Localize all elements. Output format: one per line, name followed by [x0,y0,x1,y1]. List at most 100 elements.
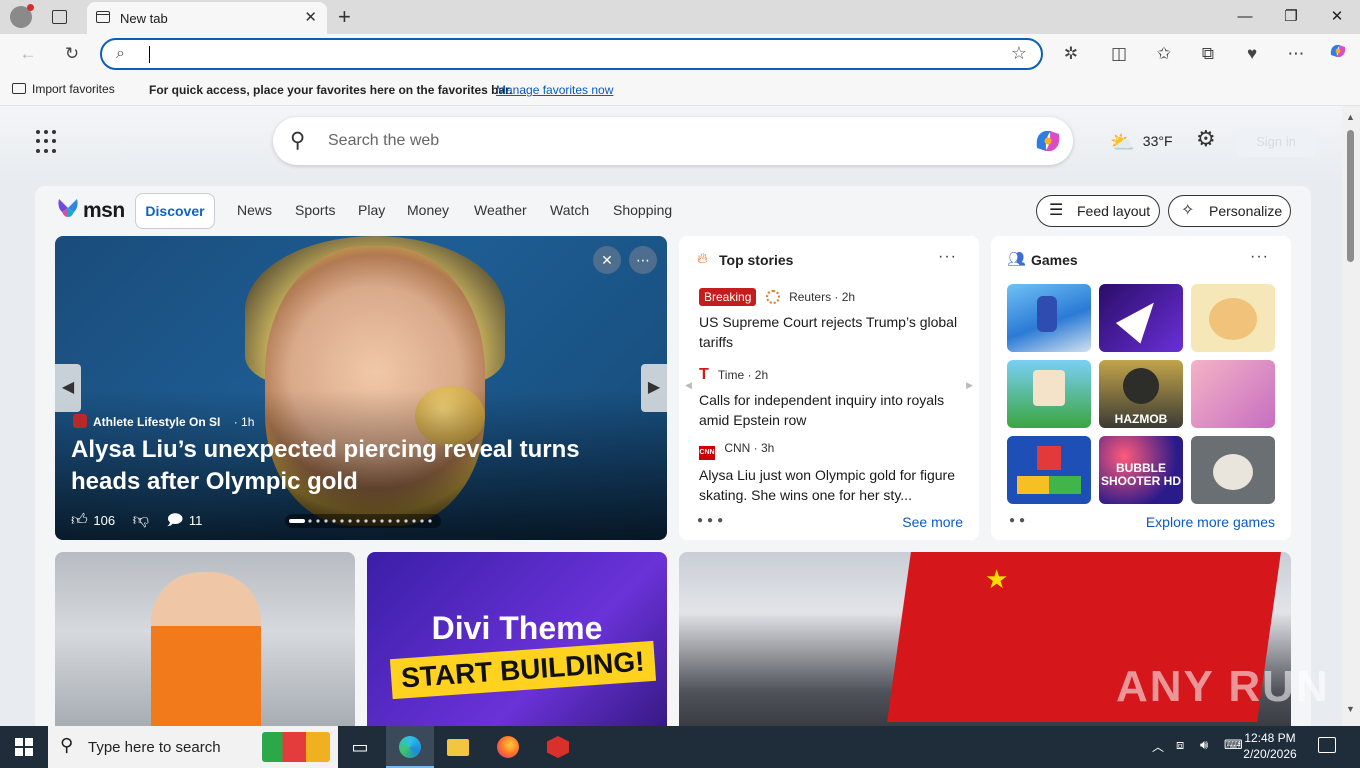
anyrun-app-icon[interactable] [534,726,582,768]
ad-line-2: START BUILDING! [389,640,656,700]
windows-logo-icon [15,738,33,756]
web-search-box[interactable]: ⚲ Search the web [273,117,1073,165]
story-headline[interactable]: US Supreme Court rejects Trump’s global … [699,312,963,352]
feed-layout-button[interactable]: ☰ Feed layout [1036,195,1160,227]
top-stories-more-icon[interactable]: ··· [938,248,957,266]
sign-in-button[interactable]: Sign in [1236,127,1316,157]
story-more-icon[interactable]: ⋯ [629,246,657,274]
copilot-icon[interactable] [1324,41,1352,67]
firefox-icon[interactable] [484,726,532,768]
dislike-icon[interactable]: 👎︎ [133,512,149,529]
skater-photo [151,572,261,726]
game-tile[interactable] [1007,284,1091,352]
tab-discover[interactable]: Discover [135,193,215,229]
msn-butterfly-icon [58,199,78,217]
hero-story-card[interactable]: ✕ ⋯ ◀ ▶ Athlete Lifestyle On SI · 1h Aly… [55,236,667,540]
file-explorer-icon[interactable] [434,726,482,768]
scroll-down-icon[interactable]: ▼ [1346,704,1355,714]
task-view-icon[interactable]: ▭ [336,726,384,768]
network-icon[interactable]: ⧈ [1176,737,1184,753]
clock-time: 12:48 PM [1244,731,1296,745]
profile-icon[interactable] [10,4,34,28]
game-tile[interactable] [1007,360,1091,428]
game-tile-label: BUBBLE SHOOTER HD [1100,461,1181,488]
close-window-button[interactable]: ✕ [1314,0,1360,34]
speed-skater-card[interactable] [55,552,355,726]
performance-icon[interactable]: ♥ [1238,41,1266,67]
scroll-up-icon[interactable]: ▲ [1346,112,1355,122]
taskbar-clock[interactable]: 12:48 PM 2/20/2026 [1236,730,1304,762]
taskbar-search[interactable]: ⚲ Type here to search [48,726,338,768]
manage-favorites-link[interactable]: Manage favorites now [496,83,613,97]
start-button[interactable] [0,726,48,768]
cnn-logo-icon: CNN [699,446,715,460]
game-tile[interactable]: BUBBLE SHOOTER HD [1099,436,1183,504]
tab-shopping[interactable]: Shopping [613,202,672,218]
comment-icon[interactable]: 🗩 [167,512,184,529]
like-icon[interactable]: 👍︎ [71,512,88,529]
restore-button[interactable]: ❐ [1268,0,1314,34]
notifications-icon[interactable] [1318,737,1336,753]
tab-money[interactable]: Money [407,202,449,218]
edge-taskbar-icon[interactable] [386,726,434,768]
tab-news[interactable]: News [237,202,272,218]
minimize-button[interactable]: — [1222,0,1268,34]
chevron-up-icon[interactable]: ︿ [1152,738,1164,755]
close-tab-icon[interactable]: ✕ [304,8,317,26]
stories-prev-icon[interactable]: ◀ [685,380,692,391]
collections-icon[interactable]: ⧉ [1194,41,1222,67]
scrollbar-thumb[interactable] [1347,130,1354,262]
weather-temperature: 33°F [1142,133,1173,149]
tab-sports[interactable]: Sports [295,202,335,218]
tab-actions-icon[interactable] [52,10,67,24]
import-favorites-button[interactable]: Import favorites [12,82,115,96]
page-scrollbar[interactable]: ▲ ▼ [1342,106,1360,726]
settings-gear-icon[interactable]: ⚙ [1196,126,1216,152]
personalize-button[interactable]: ✧ Personalize [1168,195,1291,227]
story-headline[interactable]: Alysa Liu just won Olympic gold for figu… [699,465,963,505]
games-pager[interactable]: ●● [1009,515,1029,526]
address-bar[interactable]: ⌕ ☆ [100,38,1043,70]
copilot-icon[interactable] [1033,126,1063,156]
divi-ad-card[interactable]: Divi Theme START BUILDING! [367,552,667,726]
toolbar: ← ↻ ⌕ ☆ ✲ ◫ ✩ ⧉ ♥ ⋯ [0,34,1360,74]
story-item[interactable]: Breaking Reuters · 2h US Supreme Court r… [699,288,963,352]
tab-watch[interactable]: Watch [550,202,589,218]
favorites-icon[interactable]: ✩ [1150,41,1178,67]
game-tile[interactable] [1191,360,1275,428]
ad-line-1: Divi Theme [431,610,603,646]
more-menu-icon[interactable]: ⋯ [1282,41,1310,67]
game-tile[interactable] [1007,436,1091,504]
weather-widget[interactable]: ⛅ 33°F [1110,130,1173,155]
tab-play[interactable]: Play [358,202,385,218]
game-tile[interactable]: HAZMOB [1099,360,1183,428]
dismiss-story-icon[interactable]: ✕ [593,246,621,274]
search-icon: ⚲ [290,129,306,152]
tab-weather[interactable]: Weather [474,202,527,218]
carousel-pager[interactable] [285,514,441,528]
flame-icon: 🔥︎ [697,250,709,267]
favorite-star-icon[interactable]: ☆ [1011,43,1027,64]
extensions-icon[interactable]: ✲ [1057,41,1085,67]
carousel-next-button[interactable]: ▶ [641,364,667,412]
game-tile[interactable] [1099,284,1183,352]
story-headline[interactable]: Calls for independent inquiry into royal… [699,390,963,430]
stories-next-icon[interactable]: ▶ [966,380,973,391]
volume-icon[interactable]: 🔊︎ [1200,737,1208,753]
refresh-button[interactable]: ↻ [58,41,86,67]
back-button[interactable]: ← [14,41,42,67]
new-tab-button[interactable]: + [338,4,351,30]
games-more-icon[interactable]: ··· [1250,248,1269,266]
hero-headline[interactable]: Alysa Liu’s unexpected piercing reveal t… [71,434,651,498]
story-item[interactable]: T Time · 2h Calls for independent inquir… [699,366,963,430]
tab-new-tab[interactable]: New tab ✕ [87,2,327,34]
story-item[interactable]: CNN CNN · 3h Alysa Liu just won Olympic … [699,441,963,505]
apps-launcher-icon[interactable] [36,130,60,154]
stories-pager[interactable]: ●●● [697,515,727,526]
explore-more-games-link[interactable]: Explore more games [1146,514,1275,530]
split-screen-icon[interactable]: ◫ [1105,41,1133,67]
game-tile[interactable] [1191,436,1275,504]
carousel-prev-button[interactable]: ◀ [55,364,81,412]
game-tile[interactable] [1191,284,1275,352]
see-more-link[interactable]: See more [902,514,963,530]
